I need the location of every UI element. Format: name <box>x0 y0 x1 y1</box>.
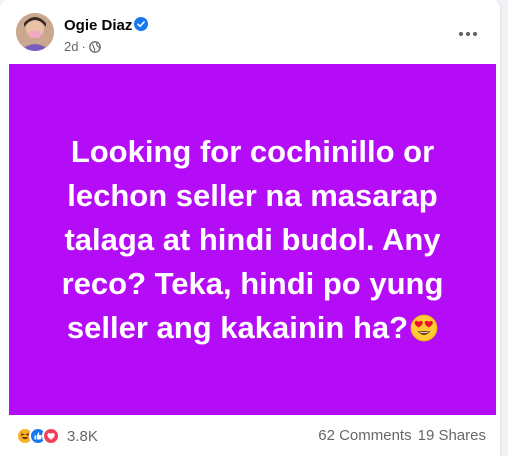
love-icon <box>42 427 60 445</box>
post-background: Looking for cochinillo or lechon seller … <box>9 64 496 415</box>
meta-separator: · <box>81 39 86 54</box>
post-text-wrapper: Looking for cochinillo or lechon seller … <box>53 130 453 350</box>
post-header: Ogie Diaz 2d · <box>0 0 500 64</box>
avatar[interactable] <box>16 13 54 51</box>
shares-count-link[interactable]: 19 Shares <box>418 427 486 444</box>
heart-eyes-emoji <box>410 314 438 341</box>
more-options-button[interactable] <box>452 18 484 50</box>
post-timestamp[interactable]: 2d <box>64 39 78 54</box>
author-name[interactable]: Ogie Diaz <box>64 17 132 34</box>
verified-badge-icon <box>134 17 148 31</box>
reaction-count: 3.8K <box>67 427 98 445</box>
post-stats: 62 Comments 19 Shares <box>318 427 486 444</box>
globe-icon <box>88 40 101 53</box>
post-card: Ogie Diaz 2d · Looking for cochinillo or… <box>0 0 500 456</box>
post-meta: 2d · <box>64 39 101 54</box>
post-footer: 3.8K 62 Comments 19 Shares <box>0 415 500 456</box>
comments-count-link[interactable]: 62 Comments <box>318 427 411 444</box>
more-options-icon <box>458 31 478 37</box>
post-text: Looking for cochinillo or lechon seller … <box>61 133 444 345</box>
reaction-icons <box>16 427 60 445</box>
reactions-summary[interactable]: 3.8K <box>16 427 98 445</box>
